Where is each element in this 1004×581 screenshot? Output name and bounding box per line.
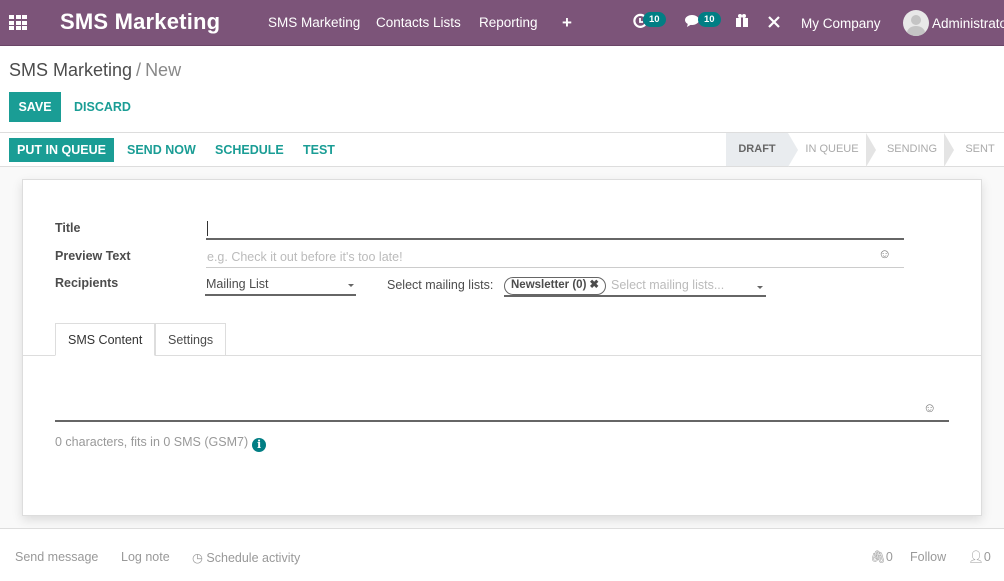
recipients-label: Recipients bbox=[55, 276, 119, 290]
sms-counter: 0 characters, fits in 0 SMS (GSM7) i bbox=[55, 435, 267, 452]
stage-arrow bbox=[944, 133, 954, 167]
chatter-bar: Send message Log note ◷ Schedule activit… bbox=[0, 528, 1004, 581]
breadcrumb-separator: / bbox=[136, 60, 142, 80]
mailing-lists-label: Select mailing lists: bbox=[387, 278, 494, 292]
plus-icon[interactable]: + bbox=[562, 13, 572, 33]
company-switcher[interactable]: My Company bbox=[801, 16, 881, 31]
followers-count: 0 bbox=[983, 550, 991, 564]
attachments-button[interactable]: 🖇︎0 bbox=[870, 550, 893, 565]
stage-arrow bbox=[788, 133, 798, 167]
tab-settings[interactable]: Settings bbox=[155, 323, 227, 356]
activity-count-badge: 10 bbox=[643, 12, 666, 27]
preview-text-input[interactable] bbox=[206, 246, 904, 268]
title-label: Title bbox=[55, 221, 81, 235]
menu-sms-marketing[interactable]: SMS Marketing bbox=[268, 15, 360, 30]
clock-icon: ◷ bbox=[192, 551, 203, 565]
stage-sending[interactable]: SENDING bbox=[878, 133, 946, 166]
save-button[interactable]: SAVE bbox=[9, 92, 61, 122]
followers-button[interactable]: 👤︎0 bbox=[968, 550, 991, 565]
send-message-button[interactable]: Send message bbox=[15, 550, 98, 564]
preview-text-label: Preview Text bbox=[55, 249, 131, 263]
title-input[interactable] bbox=[206, 225, 904, 240]
stage-sent[interactable]: SENT bbox=[956, 133, 1004, 166]
sms-body-input[interactable] bbox=[55, 380, 949, 422]
stage-arrow bbox=[866, 133, 876, 167]
schedule-activity-button[interactable]: ◷ Schedule activity bbox=[192, 550, 300, 565]
sms-counter-text: 0 characters, fits in 0 SMS (GSM7) bbox=[55, 435, 249, 449]
stage-in-queue[interactable]: IN QUEUE bbox=[798, 133, 866, 166]
gift-icon[interactable] bbox=[735, 13, 749, 31]
breadcrumb-current: New bbox=[145, 60, 182, 80]
menu-reporting[interactable]: Reporting bbox=[479, 15, 538, 30]
paperclip-icon: 🖇︎ bbox=[870, 550, 886, 564]
user-icon: 👤︎ bbox=[968, 550, 984, 564]
follow-button[interactable]: Follow bbox=[910, 550, 946, 564]
user-avatar[interactable] bbox=[903, 10, 929, 36]
emoji-icon[interactable]: ☺ bbox=[878, 246, 891, 261]
user-menu[interactable]: Administrator bbox=[932, 16, 1004, 31]
menu-contacts-lists[interactable]: Contacts Lists bbox=[376, 15, 461, 30]
info-icon[interactable]: i bbox=[252, 438, 267, 452]
tab-sms-content[interactable]: SMS Content bbox=[55, 323, 156, 356]
stage-draft[interactable]: DRAFT bbox=[726, 133, 788, 166]
schedule-button[interactable]: SCHEDULE bbox=[215, 143, 284, 157]
recipients-select[interactable] bbox=[205, 276, 356, 296]
breadcrumb-parent[interactable]: SMS Marketing bbox=[9, 60, 132, 80]
send-now-button[interactable]: SEND NOW bbox=[127, 143, 196, 157]
discard-button[interactable]: DISCARD bbox=[74, 100, 131, 114]
apps-menu-icon[interactable] bbox=[9, 15, 27, 31]
attachments-count: 0 bbox=[885, 550, 893, 564]
emoji-icon[interactable]: ☺ bbox=[923, 400, 936, 415]
breadcrumb: SMS Marketing / New bbox=[9, 60, 181, 81]
log-note-button[interactable]: Log note bbox=[121, 550, 170, 564]
debug-tools-icon[interactable] bbox=[767, 15, 781, 33]
messages-count-badge: 10 bbox=[698, 12, 721, 27]
mailing-lists-input[interactable] bbox=[504, 276, 766, 297]
test-button[interactable]: TEST bbox=[303, 143, 335, 157]
status-bar: PUT IN QUEUE SEND NOW SCHEDULE TEST DRAF… bbox=[0, 132, 1004, 167]
put-in-queue-button[interactable]: PUT IN QUEUE bbox=[9, 138, 114, 162]
schedule-activity-label: Schedule activity bbox=[206, 551, 301, 565]
top-navbar: SMS Marketing SMS Marketing Contacts Lis… bbox=[0, 0, 1004, 46]
form-sheet: Title Preview Text e.g. Check it out bef… bbox=[22, 179, 982, 516]
app-brand: SMS Marketing bbox=[60, 9, 221, 34]
